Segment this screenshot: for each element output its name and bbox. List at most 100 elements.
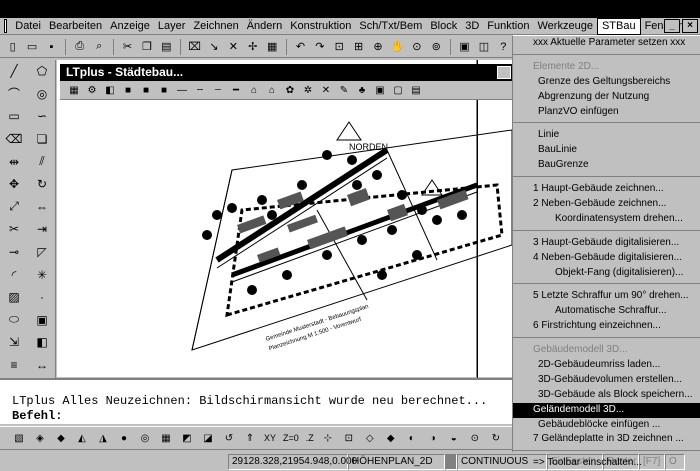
menu-item-planzvo-einfuegen[interactable]: PlanzVO einfügen	[513, 105, 700, 120]
menu-item-objekt-fang[interactable]: Objekt-Fang (digitalisieren)...	[513, 266, 700, 281]
copy-icon[interactable]: ❐	[138, 38, 155, 56]
tree-icon[interactable]: ✿	[282, 82, 298, 98]
linetype-dot-icon[interactable]: ┄	[210, 82, 226, 98]
dimension-icon[interactable]: ↔	[28, 354, 56, 377]
copy-object-icon[interactable]: ❏	[28, 128, 56, 151]
3d-mesh-icon[interactable]: ▦	[157, 429, 175, 447]
menu-zeichnen[interactable]: Zeichnen	[189, 19, 242, 34]
ellipse-icon[interactable]: ⬭	[0, 309, 28, 332]
menu-item-neben-gebaeude-digitalisieren[interactable]: 4 Neben-Gebäude digitalisieren...	[513, 251, 700, 266]
shade-icon[interactable]: ◑	[424, 429, 442, 447]
minimize-button[interactable]: _	[664, 19, 680, 33]
block-icon[interactable]: ▣	[28, 309, 56, 332]
3d-extrude-icon[interactable]: ⇑	[241, 429, 259, 447]
menu-item-3d-gebaeude-block[interactable]: 3D-Gebäude als Block speichern...	[513, 388, 700, 403]
menu-item-haupt-gebaeude-zeichnen[interactable]: 1 Haupt-Gebäude zeichnen...	[513, 182, 700, 197]
ucs-z-button[interactable]: .Z	[304, 429, 316, 447]
view-iso-icon[interactable]: ◇	[361, 429, 379, 447]
extend-icon[interactable]: ⇥	[28, 218, 56, 241]
layer-manager-icon[interactable]: ▧	[10, 429, 28, 447]
menu-layer[interactable]: Layer	[154, 19, 190, 34]
region-icon[interactable]: ◧	[28, 331, 56, 354]
3d-surface-icon[interactable]: ◪	[199, 429, 217, 447]
cross-icon[interactable]: ✕	[318, 82, 334, 98]
mirror-icon[interactable]: ⇹	[0, 150, 28, 173]
circle-icon[interactable]: ◎	[28, 83, 56, 106]
rotate-icon[interactable]: ↻	[28, 173, 56, 196]
3d-sphere-icon[interactable]: ●	[115, 429, 133, 447]
orbit-icon[interactable]: ↻	[487, 429, 505, 447]
polygon-icon[interactable]: ⬠	[28, 60, 56, 83]
view-top-icon[interactable]: ⊡	[340, 429, 358, 447]
menu-item-grenze-geltungsbereich[interactable]: Grenze des Geltungsbereichs	[513, 75, 700, 90]
pan-hand-icon[interactable]: ✋	[389, 38, 406, 56]
menu-block[interactable]: Block	[426, 19, 461, 34]
command-line[interactable]: LTplus Alles Neuzeichnen: Bildschirmansi…	[0, 378, 512, 424]
menu-item-neben-gebaeude-zeichnen[interactable]: 2 Neben-Gebäude zeichnen...	[513, 197, 700, 212]
menu-item-abgrenzung-nutzung[interactable]: Abgrenzung der Nutzung	[513, 90, 700, 105]
black-icon[interactable]: ■	[156, 82, 172, 98]
menu-item-3d-gebaeudevolumen[interactable]: 3D-Gebäudevolumen erstellen...	[513, 373, 700, 388]
match-properties-icon[interactable]: ⌧	[186, 38, 203, 56]
undo-icon[interactable]: ↶	[292, 38, 309, 56]
3d-face-icon[interactable]: ◩	[178, 429, 196, 447]
erase-icon[interactable]: ⌫	[0, 128, 28, 151]
arc-icon[interactable]: ⌒	[0, 83, 28, 106]
layer-icon[interactable]: ◫	[475, 38, 492, 56]
point-icon[interactable]: ·	[28, 286, 56, 309]
menu-datei[interactable]: Datei	[11, 19, 45, 34]
close-button[interactable]: ×	[682, 19, 698, 33]
spline-icon[interactable]: ∽	[28, 105, 56, 128]
menu-stbau[interactable]: STBau	[596, 17, 641, 35]
zoom-realtime-icon[interactable]: ⊕	[369, 38, 386, 56]
menu-item-aktuelle-parameter[interactable]: xxx Aktuelle Parameter setzen xxx	[513, 36, 700, 51]
menu-item-linie[interactable]: Linie	[513, 128, 700, 143]
menu-item-toolbar-einschalten[interactable]: => Toolbar einschalten...	[513, 456, 700, 471]
preview-icon[interactable]: ⌕	[90, 38, 107, 56]
menu-konstruktion[interactable]: Konstruktion	[286, 19, 355, 34]
cut-icon[interactable]: ✂	[119, 38, 136, 56]
menu-bearbeiten[interactable]: Bearbeiten	[45, 19, 106, 34]
break-icon[interactable]: ⊸	[0, 241, 28, 264]
new-file-icon[interactable]: ▯	[4, 38, 21, 56]
layer-state-icon[interactable]: ⚙	[84, 82, 100, 98]
menu-item-baugrenze[interactable]: BauGrenze	[513, 158, 700, 173]
zoom-in-icon[interactable]: ⊙	[408, 38, 425, 56]
scale-icon[interactable]: ⤢	[0, 196, 28, 219]
redraw-icon[interactable]: ↘	[205, 38, 222, 56]
line-icon[interactable]: ╱	[0, 60, 28, 83]
cube-icon[interactable]: ▣	[372, 82, 388, 98]
grid-icon[interactable]: ▦	[66, 82, 82, 98]
ucs-origin-icon[interactable]: ⊹	[319, 429, 337, 447]
menu-item-gelaendemodell-3d[interactable]: Geländemodell 3D...	[513, 402, 700, 418]
fill-icon[interactable]: ■	[138, 82, 154, 98]
linetype-center-icon[interactable]: ━	[228, 82, 244, 98]
drawing-minimize-button[interactable]	[497, 66, 511, 79]
3d-wedge-icon[interactable]: ◭	[73, 429, 91, 447]
rectangle-icon[interactable]: ▭	[0, 105, 28, 128]
menu-anzeige[interactable]: Anzeige	[106, 19, 154, 34]
redo-icon[interactable]: ↷	[311, 38, 328, 56]
camera-icon[interactable]: ⊙	[466, 429, 484, 447]
render-icon[interactable]: ◒	[445, 429, 463, 447]
save-icon[interactable]: ▪	[43, 38, 60, 56]
pen-icon[interactable]: ✎	[336, 82, 352, 98]
view-icon[interactable]: ▣	[456, 38, 473, 56]
house-icon[interactable]: ⌂	[264, 82, 280, 98]
current-layer-display[interactable]: HÖHENPLAN_2D	[348, 453, 445, 470]
menu-aendern[interactable]: Ändern	[243, 19, 286, 34]
menu-item-gebaeudebloecke-einfuegen[interactable]: Gebäudeblöcke einfügen ...	[513, 418, 700, 433]
trim-icon[interactable]: ✂	[0, 218, 28, 241]
menu-item-firstrichtung[interactable]: 6 Firstrichtung einzeichnen...	[513, 319, 700, 334]
linetype-dashed-icon[interactable]: ╌	[192, 82, 208, 98]
menu-item-baulinie[interactable]: BauLinie	[513, 143, 700, 158]
stretch-icon[interactable]: ⇔	[28, 196, 56, 219]
menu-werkzeuge[interactable]: Werkzeuge	[534, 19, 597, 34]
ucs-xy-button[interactable]: XY	[262, 429, 278, 447]
menu-item-gelaendeplatte-3d[interactable]: 7 Geländeplatte in 3D zeichnen ...	[513, 432, 700, 447]
paste-icon[interactable]: ▤	[158, 38, 175, 56]
drawing-area[interactable]: NORDEN Gemeinde Musterstadt - Bebauungsp…	[57, 60, 512, 377]
menu-item-schraffur-drehen[interactable]: 5 Letzte Schraffur um 90° drehen...	[513, 289, 700, 304]
chamfer-icon[interactable]: ◸	[28, 241, 56, 264]
insert-icon[interactable]: ⇲	[0, 331, 28, 354]
